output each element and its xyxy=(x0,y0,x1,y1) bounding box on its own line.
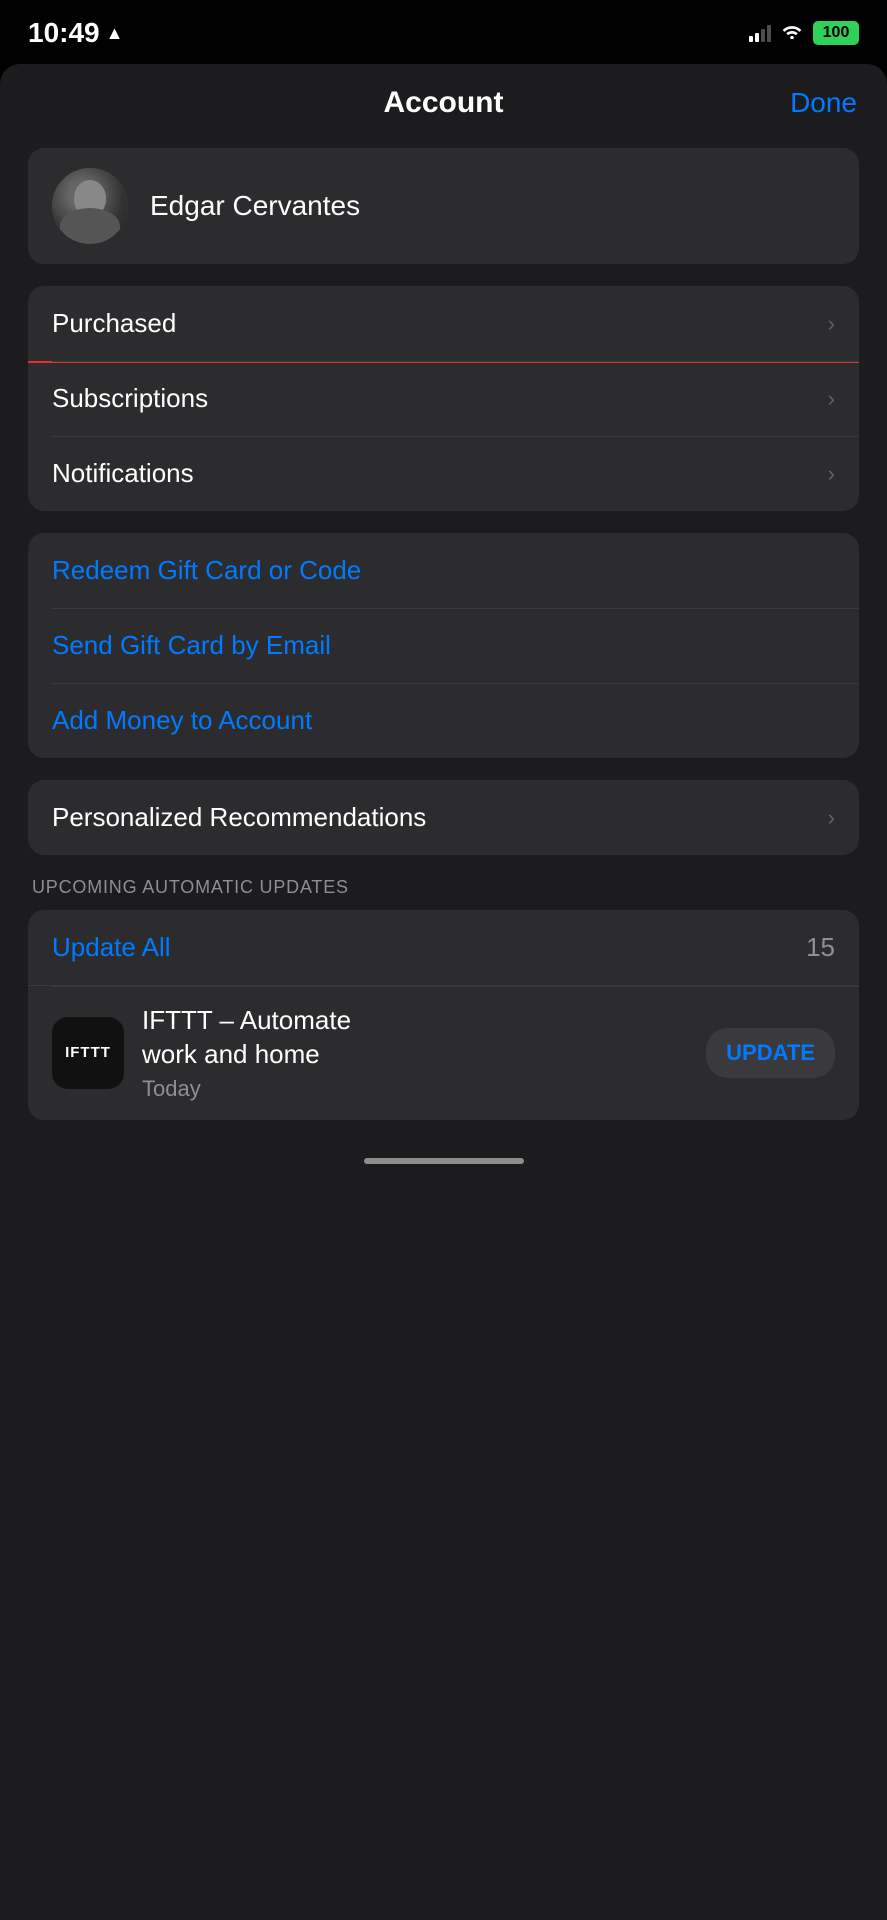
add-money-label: Add Money to Account xyxy=(52,705,312,736)
notifications-chevron-icon: › xyxy=(828,461,835,487)
ifttt-app-icon: IFTTT xyxy=(52,1017,124,1089)
update-button[interactable]: UPDATE xyxy=(706,1028,835,1078)
purchased-row[interactable]: Purchased › xyxy=(28,286,859,361)
gift-card-section: Redeem Gift Card or Code Send Gift Card … xyxy=(28,533,859,758)
notifications-label: Notifications xyxy=(52,458,194,489)
time-display: 10:49 xyxy=(28,17,100,49)
send-gift-card-row[interactable]: Send Gift Card by Email xyxy=(28,608,859,683)
updates-section: UPCOMING AUTOMATIC UPDATES Update All 15… xyxy=(28,877,859,1120)
user-row: Edgar Cervantes xyxy=(28,148,859,264)
page-title: Account xyxy=(384,86,504,120)
subscriptions-label: Subscriptions xyxy=(52,383,208,414)
redeem-gift-card-label: Redeem Gift Card or Code xyxy=(52,555,361,586)
main-screen: Account Done Edgar Cervantes Purchased ›… xyxy=(0,64,887,1920)
recommendations-row[interactable]: Personalized Recommendations › xyxy=(28,780,859,855)
user-profile-card[interactable]: Edgar Cervantes xyxy=(28,148,859,264)
update-all-label: Update All xyxy=(52,932,171,963)
update-count: 15 xyxy=(806,932,835,963)
done-button[interactable]: Done xyxy=(777,87,857,119)
recommendations-chevron-icon: › xyxy=(828,805,835,831)
recommendations-section: Personalized Recommendations › xyxy=(28,780,859,855)
avatar xyxy=(52,168,128,244)
user-profile-section: Edgar Cervantes xyxy=(28,148,859,264)
gift-card-card: Redeem Gift Card or Code Send Gift Card … xyxy=(28,533,859,758)
updates-card: Update All 15 IFTTT IFTTT – Automatework… xyxy=(28,910,859,1120)
user-name: Edgar Cervantes xyxy=(150,190,360,222)
signal-bars-icon xyxy=(749,24,771,42)
redeem-gift-card-row[interactable]: Redeem Gift Card or Code xyxy=(28,533,859,608)
app-name: IFTTT – Automatework and home xyxy=(142,1004,688,1072)
ifttt-app-row: IFTTT IFTTT – Automatework and home Toda… xyxy=(28,985,859,1120)
battery-indicator: 100 xyxy=(813,21,859,45)
send-gift-card-label: Send Gift Card by Email xyxy=(52,630,331,661)
add-money-row[interactable]: Add Money to Account xyxy=(28,683,859,758)
status-time-group: 10:49 ▲ xyxy=(28,17,123,49)
menu-section: Purchased › Subscriptions › Notification… xyxy=(28,286,859,511)
updates-section-title: UPCOMING AUTOMATIC UPDATES xyxy=(28,877,859,898)
app-date: Today xyxy=(142,1076,688,1102)
purchased-label: Purchased xyxy=(52,308,176,339)
home-indicator xyxy=(0,1142,887,1164)
subscriptions-chevron-icon: › xyxy=(828,386,835,412)
ifttt-logo-text: IFTTT xyxy=(65,1044,111,1061)
home-bar xyxy=(364,1158,524,1164)
status-bar: 10:49 ▲ 100 xyxy=(0,0,887,60)
menu-card: Purchased › Subscriptions › Notification… xyxy=(28,286,859,511)
notifications-row[interactable]: Notifications › xyxy=(28,436,859,511)
status-right: 100 xyxy=(749,21,859,45)
app-info: IFTTT – Automatework and home Today xyxy=(142,1004,688,1102)
update-all-row[interactable]: Update All 15 xyxy=(28,910,859,985)
recommendations-card: Personalized Recommendations › xyxy=(28,780,859,855)
purchased-chevron-icon: › xyxy=(828,311,835,337)
nav-bar: Account Done xyxy=(0,64,887,138)
wifi-icon xyxy=(781,23,803,44)
avatar-image xyxy=(52,168,128,244)
recommendations-label: Personalized Recommendations xyxy=(52,802,426,833)
location-icon: ▲ xyxy=(106,23,124,44)
subscriptions-row[interactable]: Subscriptions › xyxy=(28,361,859,436)
